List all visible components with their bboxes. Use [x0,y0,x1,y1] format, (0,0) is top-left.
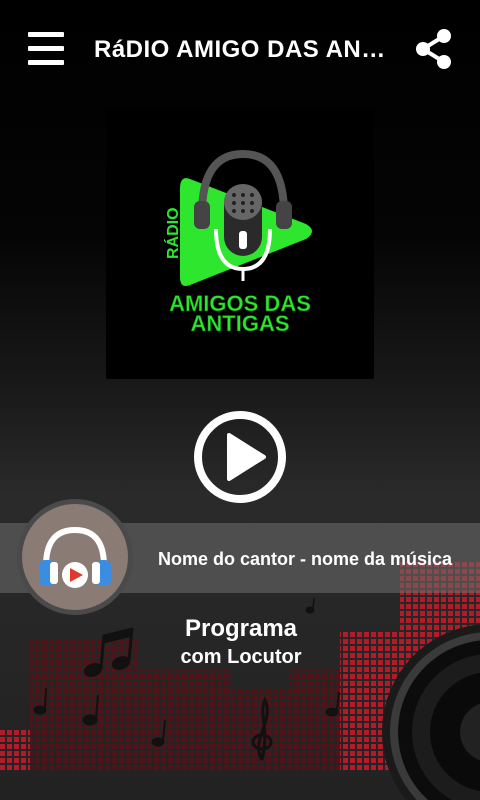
play-button[interactable] [192,409,288,505]
now-playing-text: Nome do cantor - nome da música [158,549,453,569]
program-info: Programa com Locutor [140,614,342,670]
logo-text-radio: RÁDIO [163,207,182,259]
app-title: RáDIO AMIGO DAS ANTIGAS [94,36,394,63]
headphones-icon [39,526,111,588]
program-title: Programa [184,615,298,642]
program-subtitle: com Locutor [180,646,302,668]
album-art [17,499,133,615]
station-logo: RÁDIO AMIGOS DAS ANTIGAS [106,109,374,379]
hamburger-menu-icon[interactable] [28,32,64,66]
play-icon [194,411,286,503]
speaker-decoration [382,624,480,800]
app-bar: RáDIO AMIGO DAS ANTIGAS [0,0,480,100]
share-icon[interactable] [414,28,454,70]
logo-text-line3: ANTIGAS [191,311,290,336]
screen: RáDIO AMIGO DAS ANTIGAS [0,0,480,800]
